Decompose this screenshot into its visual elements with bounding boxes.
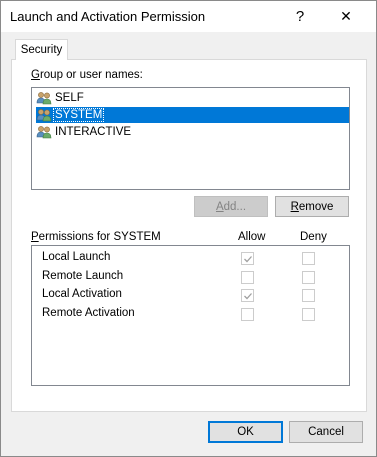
permission-list: Local Launch Remote Launch Local Activatio… bbox=[31, 245, 350, 386]
add-text: dd... bbox=[223, 200, 247, 213]
deny-header: Deny bbox=[300, 231, 327, 243]
permission-row: Remote Activation bbox=[32, 305, 349, 323]
group-label-accel: G bbox=[31, 69, 40, 81]
user-name: INTERACTIVE bbox=[55, 126, 132, 138]
remove-accel: R bbox=[290, 200, 299, 213]
permission-name: Local Activation bbox=[42, 288, 122, 300]
permissions-label-text: ermissions for SYSTEM bbox=[38, 231, 161, 243]
ok-label: OK bbox=[237, 426, 254, 438]
allow-checkbox[interactable] bbox=[241, 289, 254, 302]
tab-security-label: Security bbox=[20, 44, 63, 56]
allow-checkbox[interactable] bbox=[241, 252, 254, 265]
permissions-label: Permissions for SYSTEM bbox=[31, 231, 161, 243]
permission-row: Local Activation bbox=[32, 286, 349, 304]
deny-checkbox[interactable] bbox=[302, 252, 315, 265]
permissions-accel: P bbox=[31, 231, 39, 243]
user-name: SELF bbox=[55, 92, 84, 104]
tab-security[interactable]: Security bbox=[15, 39, 68, 60]
remove-text: emove bbox=[298, 200, 334, 213]
add-accel: A bbox=[215, 200, 224, 213]
cancel-button[interactable]: Cancel bbox=[289, 421, 363, 443]
security-panel: Group or user names: SELF SYSTEM INTERACTI… bbox=[11, 59, 367, 412]
group-label-text: roup or user names: bbox=[39, 69, 143, 81]
allow-checkbox[interactable] bbox=[241, 270, 254, 284]
allow-header: Allow bbox=[238, 231, 266, 243]
title-bar[interactable]: Launch and Activation Permission ? ✕ bbox=[1, 1, 376, 32]
remove-button[interactable]: Remove bbox=[275, 196, 349, 217]
permission-row: Local Launch bbox=[32, 249, 349, 267]
user-group-icon bbox=[36, 108, 52, 122]
group-label: Group or user names: bbox=[31, 69, 143, 81]
help-button[interactable]: ? bbox=[278, 1, 322, 32]
permission-name: Local Launch bbox=[42, 251, 111, 263]
user-list-item[interactable]: INTERACTIVE bbox=[36, 124, 349, 140]
window-title: Launch and Activation Permission bbox=[10, 9, 206, 24]
help-icon: ? bbox=[295, 8, 305, 25]
user-name: SYSTEM bbox=[52, 108, 105, 122]
deny-checkbox[interactable] bbox=[302, 289, 315, 302]
deny-checkbox[interactable] bbox=[302, 307, 315, 321]
user-list-item[interactable]: SYSTEM bbox=[36, 107, 349, 123]
close-icon: ✕ bbox=[340, 8, 352, 24]
add-button[interactable]: Add... bbox=[194, 196, 268, 217]
permission-name: Remote Launch bbox=[42, 269, 124, 282]
allow-checkbox[interactable] bbox=[241, 307, 254, 321]
user-list-item[interactable]: SELF bbox=[36, 90, 349, 106]
cancel-label: Cancel bbox=[308, 426, 344, 438]
user-group-icon bbox=[36, 125, 52, 139]
ok-button[interactable]: OK bbox=[208, 421, 283, 443]
close-button[interactable]: ✕ bbox=[324, 1, 368, 32]
user-list[interactable]: SELF SYSTEM INTERACTIVE bbox=[31, 87, 350, 190]
user-group-icon bbox=[36, 91, 52, 105]
permission-dialog: Launch and Activation Permission ? ✕ Sec… bbox=[0, 0, 377, 457]
permission-name: Remote Activation bbox=[42, 306, 135, 319]
permission-row: Remote Launch bbox=[32, 268, 349, 286]
deny-checkbox[interactable] bbox=[302, 270, 315, 284]
